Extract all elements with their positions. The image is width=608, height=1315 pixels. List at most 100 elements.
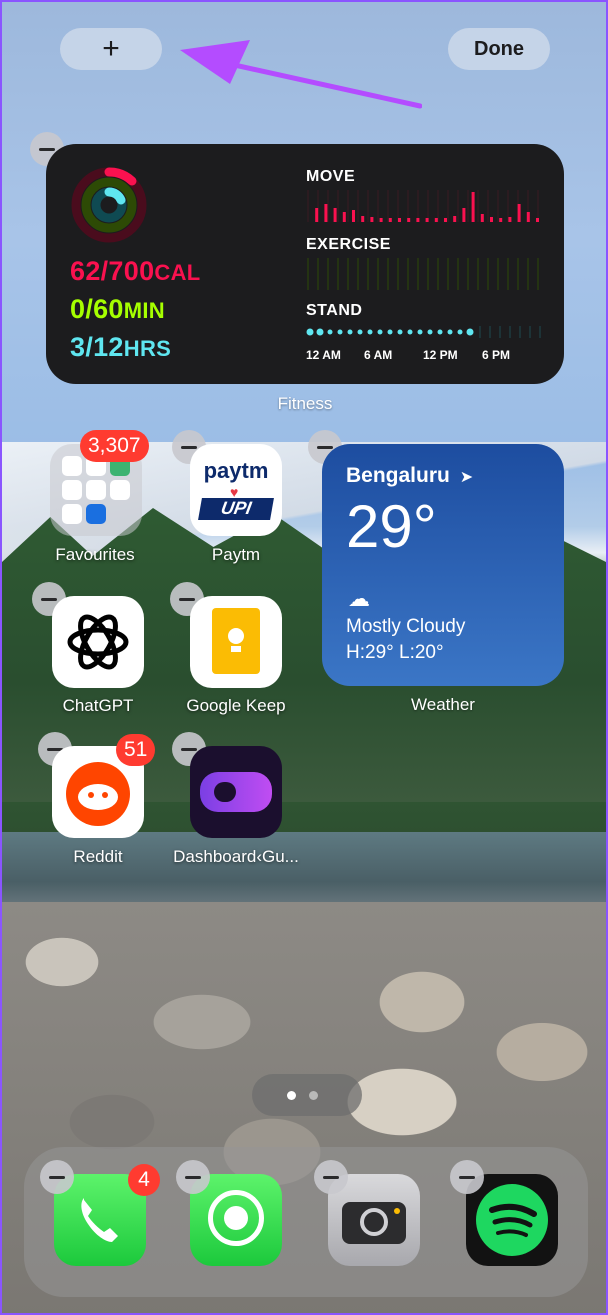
stand-dot — [377, 329, 383, 335]
stand-dot — [337, 329, 343, 335]
move-value: 62/700 — [70, 256, 155, 286]
weather-condition: Mostly Cloudy — [346, 616, 466, 637]
stand-dot — [357, 329, 363, 335]
dashboard-app-icon[interactable] — [190, 746, 282, 838]
page-dot — [309, 1091, 318, 1100]
add-widget-button[interactable]: + — [60, 28, 162, 70]
stand-dot — [387, 329, 393, 335]
stand-dot — [327, 329, 333, 335]
move-bar — [499, 218, 503, 222]
remove-phone-button[interactable] — [40, 1160, 74, 1194]
stand-dot — [437, 329, 443, 335]
chatgpt-app-icon[interactable] — [52, 596, 144, 688]
move-bar — [370, 217, 374, 222]
exercise-chart — [307, 258, 539, 290]
move-bar — [379, 218, 383, 222]
stand-chart-label: STAND — [306, 302, 363, 319]
remove-whatsapp-button[interactable] — [176, 1160, 210, 1194]
photos-icon — [62, 504, 82, 524]
fitness-widget-caption: Fitness — [277, 394, 333, 413]
exercise-chart-label: EXERCISE — [306, 236, 391, 253]
stand-dot — [306, 328, 314, 336]
move-bar — [416, 218, 420, 222]
annotation-arrow — [180, 40, 422, 109]
page-dot-active — [287, 1091, 296, 1100]
reddit-eye — [88, 792, 94, 798]
google-keep-label: Google Keep — [186, 696, 286, 715]
done-button[interactable]: Done — [448, 28, 550, 70]
weather-widget-caption: Weather — [411, 695, 475, 714]
weather-widget[interactable]: Bengaluru ➤ 29° ☁ Mostly Cloudy H:29° L:… — [322, 444, 564, 686]
move-bar — [444, 218, 447, 222]
move-bar — [407, 218, 411, 222]
move-stat: 62/700CAL — [70, 256, 201, 287]
paytm-app-icon[interactable]: paytm ♥ UPI — [190, 444, 282, 536]
move-bar — [342, 212, 346, 222]
city-name: Bengaluru — [346, 464, 450, 487]
stand-dot — [457, 329, 463, 335]
stand-dot — [447, 329, 453, 335]
weather-city: Bengaluru ➤ — [346, 464, 473, 488]
exercise-stat: 0/60MIN — [70, 294, 165, 325]
dashboard-label: Dashboard‹Gu... — [173, 847, 299, 866]
app-mini-icon — [86, 504, 106, 524]
move-bar — [471, 192, 475, 222]
favourites-label: Favourites — [55, 545, 135, 564]
move-bar — [480, 214, 484, 222]
move-bar — [361, 216, 365, 222]
move-bar — [536, 218, 539, 222]
time-label: 12 AM — [306, 348, 341, 362]
lightbulb-base — [231, 646, 241, 652]
time-label: 6 PM — [482, 348, 511, 362]
fitness-widget[interactable]: 62/700CAL 0/60MIN 3/12HRS MOVE EXERCISE … — [46, 144, 564, 384]
stand-dot — [316, 328, 324, 336]
chart-time-axis: 12 AM 6 AM 12 PM 6 PM — [306, 348, 542, 364]
activity-rings-icon — [71, 167, 147, 243]
reddit-label: Reddit — [73, 847, 123, 866]
move-bar — [517, 204, 521, 222]
stand-dot — [367, 329, 373, 335]
weather-temperature: 29° — [346, 493, 437, 560]
move-chart-label: MOVE — [306, 168, 356, 185]
move-chart — [307, 190, 539, 222]
stand-dot — [427, 329, 433, 335]
location-arrow-icon: ➤ — [459, 469, 474, 486]
move-unit: CAL — [154, 260, 201, 285]
paytm-logo-text: paytm — [203, 458, 269, 483]
paytm-label: Paytm — [211, 545, 261, 564]
weather-high-low: H:29° L:20° — [346, 642, 444, 663]
move-bar — [352, 210, 355, 222]
dashboard-logo-cutout — [214, 782, 236, 802]
reddit-badge: 51 — [116, 734, 156, 766]
lightbulb-icon — [228, 628, 244, 644]
reddit-alien-icon — [78, 784, 118, 810]
exercise-value: 0/60 — [70, 294, 124, 324]
stand-dot — [417, 329, 423, 335]
stand-dot — [347, 329, 353, 335]
clock-icon — [62, 456, 82, 476]
remove-camera-button[interactable] — [314, 1160, 348, 1194]
move-bar — [315, 208, 319, 222]
move-bar — [526, 212, 530, 222]
page-indicator[interactable] — [252, 1074, 362, 1116]
camera-lens — [360, 1208, 388, 1236]
google-keep-app-icon[interactable] — [190, 596, 282, 688]
stand-dot — [466, 328, 474, 336]
cloud-icon: ☁ — [348, 586, 370, 611]
stand-stat: 3/12HRS — [70, 332, 171, 363]
camera-flash — [394, 1208, 400, 1214]
time-label: 12 PM — [423, 348, 458, 362]
move-bar — [462, 208, 466, 222]
reddit-eye — [102, 792, 108, 798]
stand-value: 3/12 — [70, 332, 124, 362]
remove-spotify-button[interactable] — [450, 1160, 484, 1194]
move-bar — [425, 218, 429, 222]
move-bar — [398, 218, 401, 222]
slack-icon — [62, 480, 82, 500]
move-bar — [453, 216, 457, 222]
chatgpt-label: ChatGPT — [62, 696, 134, 715]
time-label: 6 AM — [364, 348, 393, 362]
openai-logo-icon — [67, 614, 129, 670]
gmail-icon — [110, 480, 130, 500]
exercise-unit: MIN — [123, 298, 165, 323]
